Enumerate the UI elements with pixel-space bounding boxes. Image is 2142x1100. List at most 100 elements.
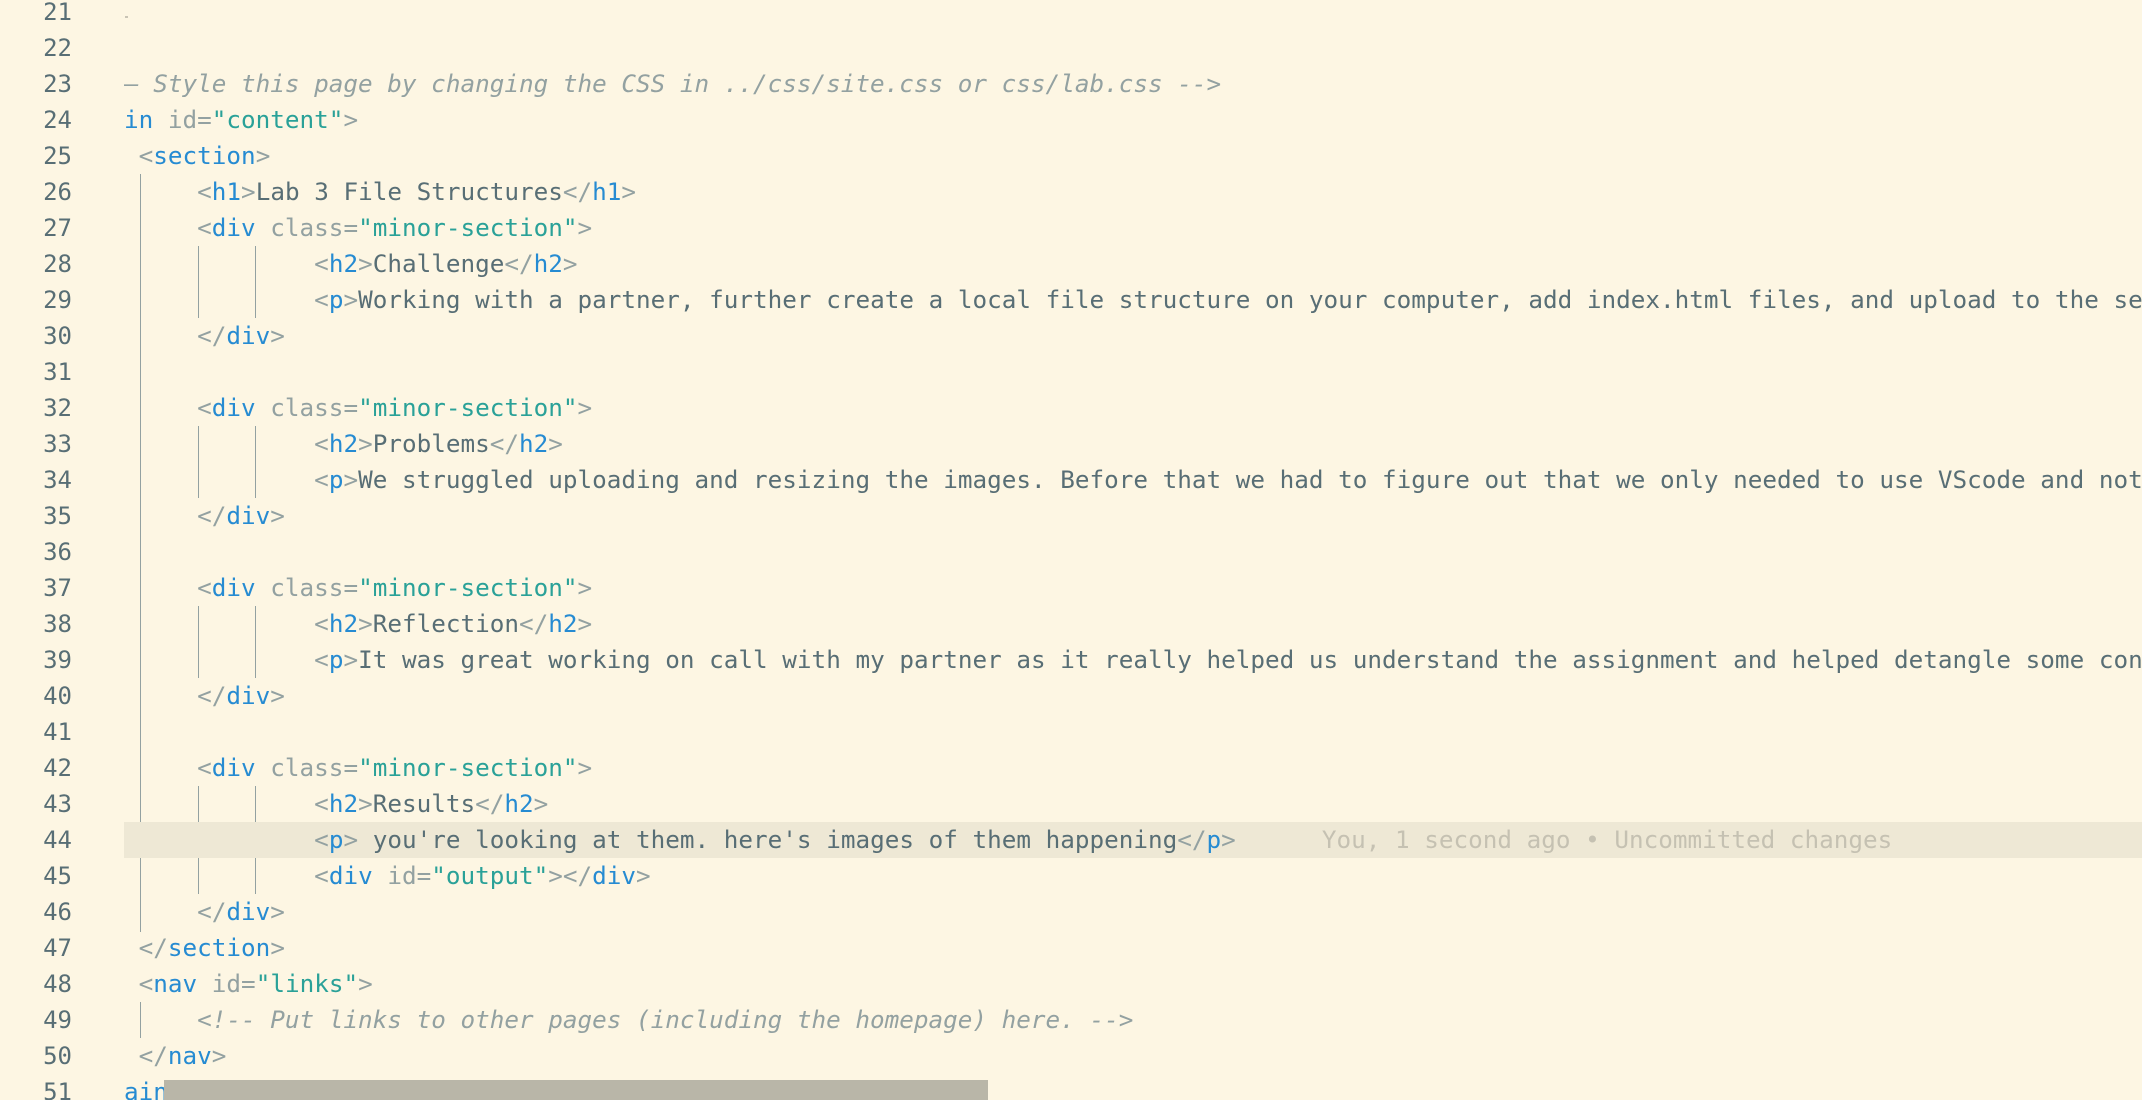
code-line[interactable]: </div>	[124, 318, 2142, 354]
punct-token: <	[314, 429, 329, 458]
code-line[interactable]: – Style this page by changing the CSS in…	[124, 66, 2142, 102]
line-number: 35	[43, 502, 72, 530]
code-line[interactable]: </section>	[124, 930, 2142, 966]
code-line[interactable]: <h2>Results</h2>	[124, 786, 2142, 822]
punct-token: </	[562, 177, 593, 206]
code-line[interactable]: <section>	[124, 138, 2142, 174]
line-number: 43	[43, 790, 72, 818]
code-line[interactable]: </div>	[124, 894, 2142, 930]
tag-token: div	[211, 213, 256, 242]
punct-token: >	[358, 969, 373, 998]
tag-token: h2	[533, 249, 563, 278]
line-number: 34	[43, 466, 72, 494]
line-number: 29	[43, 286, 72, 314]
punct-token: >	[343, 285, 359, 314]
code-line[interactable]: <h2>Reflection</h2>	[124, 606, 2142, 642]
punct-token: >	[577, 753, 593, 782]
code-line[interactable]: <div class="minor-section">	[124, 750, 2142, 786]
text-token: you're looking at them. here's images of…	[358, 825, 1178, 854]
line-number: 50	[43, 1042, 72, 1070]
punct-token: <	[138, 969, 154, 998]
string-token: "minor-section"	[358, 213, 578, 242]
attr-token: class=	[255, 393, 359, 422]
punct-token: >	[577, 213, 593, 242]
tag-token: div	[226, 681, 271, 710]
code-editor[interactable]: 21 22 23 24 25 26 27 28 29 30 31 32 33 3…	[0, 0, 2142, 1100]
code-area[interactable]: – Style this page by changing the CSS in…	[124, 0, 2142, 1100]
tag-token: h1	[592, 177, 622, 206]
text-token: Problems	[372, 429, 490, 458]
line-number: 45	[43, 862, 72, 890]
tag-token: section	[167, 933, 271, 962]
punct-token: >	[343, 105, 359, 134]
current-code-line[interactable]: <p> you're looking at them. here's image…	[124, 822, 2142, 858]
line-number: 44	[43, 826, 72, 854]
string-token: "minor-section"	[358, 573, 578, 602]
code-line[interactable]: <div class="minor-section">	[124, 210, 2142, 246]
punct-token: >	[636, 861, 651, 890]
line-number: 25	[43, 142, 72, 170]
tag-token: p	[328, 285, 344, 314]
whitespace-marker	[125, 16, 128, 18]
punct-token: </	[519, 609, 549, 638]
code-line[interactable]: in id="content">	[124, 102, 2142, 138]
code-line[interactable]: </div>	[124, 678, 2142, 714]
punct-token: >	[343, 465, 359, 494]
string-token: "content"	[211, 105, 344, 134]
code-line[interactable]: </div>	[124, 498, 2142, 534]
line-number: 38	[43, 610, 72, 638]
punct-token: </	[475, 789, 505, 818]
tag-token: in	[124, 105, 154, 134]
code-line[interactable]: <div class="minor-section">	[124, 390, 2142, 426]
tag-token: p	[328, 825, 344, 854]
punct-token: <	[314, 861, 329, 890]
text-token: Results	[372, 789, 476, 818]
punct-token: >	[270, 681, 285, 710]
string-token: "minor-section"	[358, 393, 578, 422]
tag-token: h2	[504, 789, 534, 818]
comment-token: – Style this page by changing the CSS in…	[124, 69, 1222, 98]
attr-token: class=	[255, 573, 359, 602]
text-token: Challenge	[372, 249, 505, 278]
code-line[interactable]: <h2>Challenge</h2>	[124, 246, 2142, 282]
punct-token: >	[270, 501, 285, 530]
attr-token: class=	[255, 213, 359, 242]
punct-token: <	[314, 825, 329, 854]
line-number: 39	[43, 646, 72, 674]
punct-token: >	[577, 609, 593, 638]
code-line[interactable]: <h2>Problems</h2>	[124, 426, 2142, 462]
punct-token: <	[197, 213, 212, 242]
tag-token: div	[226, 501, 271, 530]
line-number: 31	[43, 358, 72, 386]
punct-token: </	[489, 429, 520, 458]
horizontal-scrollbar[interactable]	[164, 1080, 988, 1100]
tag-token: h2	[328, 789, 359, 818]
punct-token: >	[211, 1041, 227, 1070]
code-line[interactable]: <div class="minor-section">	[124, 570, 2142, 606]
text-token: It was great working on call with my par…	[358, 645, 2142, 674]
tag-token: div	[592, 861, 637, 890]
git-blame-annotation[interactable]: You, 1 second ago • Uncommitted changes	[1322, 825, 1893, 854]
tag-token: div	[226, 321, 271, 350]
line-number: 42	[43, 754, 72, 782]
punct-token: <	[314, 789, 329, 818]
line-number: 28	[43, 250, 72, 278]
string-token: "minor-section"	[358, 753, 578, 782]
code-line[interactable]: <nav id="links">	[124, 966, 2142, 1002]
code-line[interactable]: <p>We struggled uploading and resizing t…	[124, 462, 2142, 498]
code-line[interactable]: <!-- Put links to other pages (including…	[124, 1002, 2142, 1038]
tag-token: h1	[211, 177, 242, 206]
text-token: Lab 3 File Structures	[255, 177, 563, 206]
line-number-gutter: 21 22 23 24 25 26 27 28 29 30 31 32 33 3…	[0, 0, 110, 1100]
code-line[interactable]: <div id="output"></div>	[124, 858, 2142, 894]
code-line[interactable]: <p>It was great working on call with my …	[124, 642, 2142, 678]
code-line[interactable]: </nav>	[124, 1038, 2142, 1074]
attr-token: id=	[197, 969, 256, 998]
punct-token: >	[343, 645, 359, 674]
tag-token: h2	[519, 429, 549, 458]
text-token: Working with a partner, further create a…	[358, 285, 2142, 314]
code-line[interactable]: <p>Working with a partner, further creat…	[124, 282, 2142, 318]
tag-token: h2	[548, 609, 578, 638]
tag-token: p	[1206, 825, 1222, 854]
code-line[interactable]: <h1>Lab 3 File Structures</h1>	[124, 174, 2142, 210]
